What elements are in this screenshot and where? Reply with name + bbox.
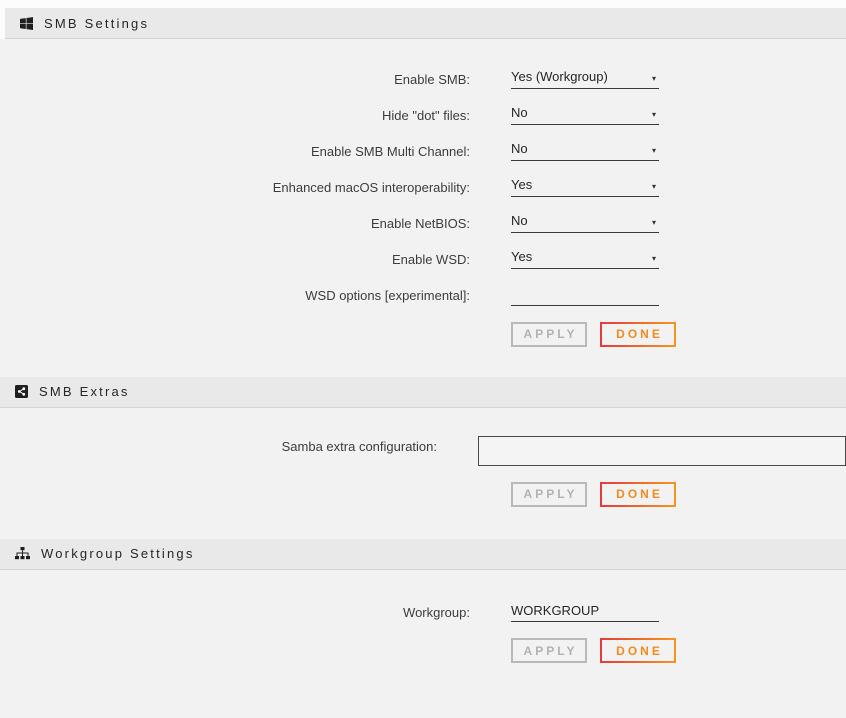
form-row: Hide "dot" files: No ▾	[0, 105, 846, 125]
workgroup-settings-section: Workgroup Settings Workgroup: APPLY DONE	[0, 539, 846, 664]
form-row: WSD options [experimental]:	[0, 285, 846, 306]
chevron-down-icon: ▾	[652, 177, 656, 191]
chevron-down-icon: ▾	[652, 69, 656, 83]
wsd-options-input[interactable]	[511, 286, 659, 306]
section-title: SMB Extras	[39, 384, 130, 399]
smb-extras-actions: APPLY DONE	[511, 482, 846, 507]
extras-done-button[interactable]: DONE	[600, 482, 676, 507]
workgroup-settings-body: Workgroup: APPLY DONE	[0, 570, 846, 664]
chevron-down-icon: ▾	[652, 105, 656, 119]
smb-settings-actions: APPLY DONE	[511, 322, 846, 347]
select-value: No	[511, 105, 528, 120]
select-value: Yes	[511, 177, 532, 192]
field-label: Enable SMB:	[0, 69, 470, 87]
smb-settings-section: SMB Settings Enable SMB: Yes (Workgroup)…	[0, 8, 846, 377]
samba-extra-config-textarea[interactable]	[478, 436, 846, 466]
form-row: Enable SMB: Yes (Workgroup) ▾	[0, 69, 846, 89]
smb-settings-header: SMB Settings	[5, 8, 846, 39]
chevron-down-icon: ▾	[652, 213, 656, 227]
smb-extras-header: SMB Extras	[0, 377, 846, 408]
workgroup-actions: APPLY DONE	[511, 638, 846, 663]
field-label: Enable WSD:	[0, 249, 470, 267]
workgroup-input[interactable]	[511, 602, 659, 622]
smb-settings-body: Enable SMB: Yes (Workgroup) ▾ Hide "dot"…	[0, 39, 846, 377]
macos-interop-select[interactable]: Yes ▾	[511, 177, 659, 197]
smb-extras-body: Samba extra configuration: APPLY DONE	[0, 408, 846, 539]
wsd-select[interactable]: Yes ▾	[511, 249, 659, 269]
smb-multichannel-select[interactable]: No ▾	[511, 141, 659, 161]
sitemap-icon	[15, 547, 30, 560]
hide-dot-files-select[interactable]: No ▾	[511, 105, 659, 125]
field-label: Samba extra configuration:	[0, 436, 437, 454]
field-label: Enable NetBIOS:	[0, 213, 470, 231]
smb-done-button[interactable]: DONE	[600, 322, 676, 347]
section-title: Workgroup Settings	[41, 546, 195, 561]
chevron-down-icon: ▾	[652, 141, 656, 155]
form-row: Workgroup:	[0, 602, 846, 623]
form-row: Samba extra configuration:	[0, 436, 846, 466]
form-row: Enable NetBIOS: No ▾	[0, 213, 846, 233]
select-value: No	[511, 141, 528, 156]
workgroup-settings-header: Workgroup Settings	[0, 539, 846, 570]
workgroup-apply-button[interactable]: APPLY	[511, 638, 587, 663]
enable-smb-select[interactable]: Yes (Workgroup) ▾	[511, 69, 659, 89]
smb-apply-button[interactable]: APPLY	[511, 322, 587, 347]
extras-apply-button[interactable]: APPLY	[511, 482, 587, 507]
smb-extras-section: SMB Extras Samba extra configuration: AP…	[0, 377, 846, 539]
field-label: WSD options [experimental]:	[0, 285, 470, 303]
field-label: Workgroup:	[0, 602, 470, 620]
smb-settings-header-wrap: SMB Settings	[0, 8, 846, 39]
page-top-margin	[0, 0, 846, 8]
field-label: Enhanced macOS interoperability:	[0, 177, 470, 195]
section-title: SMB Settings	[44, 16, 149, 31]
windows-icon	[20, 17, 33, 30]
form-row: Enable SMB Multi Channel: No ▾	[0, 141, 846, 161]
field-label: Enable SMB Multi Channel:	[0, 141, 470, 159]
chevron-down-icon: ▾	[652, 249, 656, 263]
netbios-select[interactable]: No ▾	[511, 213, 659, 233]
select-value: No	[511, 213, 528, 228]
workgroup-done-button[interactable]: DONE	[600, 638, 676, 663]
select-value: Yes (Workgroup)	[511, 69, 608, 84]
select-value: Yes	[511, 249, 532, 264]
field-label: Hide "dot" files:	[0, 105, 470, 123]
share-icon	[15, 385, 28, 398]
form-row: Enhanced macOS interoperability: Yes ▾	[0, 177, 846, 197]
form-row: Enable WSD: Yes ▾	[0, 249, 846, 269]
